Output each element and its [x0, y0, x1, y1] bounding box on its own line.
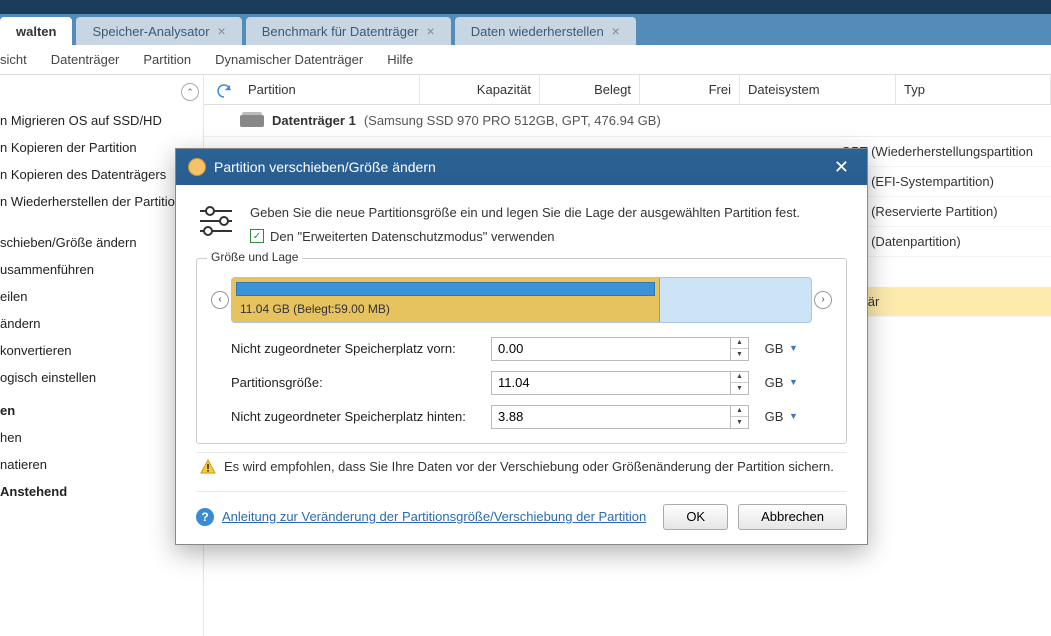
disk-row[interactable]: Datenträger 1 (Samsung SSD 970 PRO 512GB…	[204, 105, 1051, 137]
cell-type: Primär	[841, 294, 1051, 309]
window-titlebar	[0, 0, 1051, 14]
sidebar-item[interactable]: natieren	[0, 451, 203, 478]
dialog-title: Partition verschieben/Größe ändern	[214, 159, 436, 175]
sidebar-item[interactable]: n Kopieren des Datenträgers	[0, 161, 203, 188]
chevron-down-icon[interactable]: ▼	[731, 349, 748, 360]
slider-prev-icon[interactable]: ‹	[211, 291, 229, 309]
dialog-description: Geben Sie die neue Partitionsgröße ein u…	[250, 203, 800, 223]
partition-slider[interactable]: 11.04 GB (Belegt:59.00 MB)	[231, 277, 812, 323]
label-partition-size: Partitionsgröße:	[231, 375, 491, 390]
sidebar-item[interactable]: schieben/Größe ändern	[0, 229, 203, 256]
tab-label: Daten wiederherstellen	[471, 24, 604, 39]
size-position-group: Größe und Lage ‹ 11.04 GB (Belegt:59.00 …	[196, 258, 847, 444]
sidebar: ⌃ n Migrieren OS auf SSD/HD n Kopieren d…	[0, 75, 204, 636]
menu-view[interactable]: sicht	[0, 52, 27, 67]
slider-caption: 11.04 GB (Belegt:59.00 MB)	[240, 302, 390, 316]
menu-help[interactable]: Hilfe	[387, 52, 413, 67]
tab-bar: walten Speicher-Analysator × Benchmark fü…	[0, 14, 1051, 45]
cell-type: GPT (Datenpartition)	[841, 234, 1051, 249]
chevron-up-icon[interactable]: ▲	[731, 372, 748, 384]
col-free[interactable]: Frei	[640, 75, 740, 104]
menu-disk[interactable]: Datenträger	[51, 52, 120, 67]
sidebar-item[interactable]: n Migrieren OS auf SSD/HD	[0, 107, 203, 134]
used-space-bar	[236, 282, 655, 296]
unalloc-before-field[interactable]	[491, 337, 731, 361]
sidebar-item[interactable]: konvertieren	[0, 337, 203, 364]
sidebar-item[interactable]: en	[0, 397, 203, 424]
resize-dialog: Partition verschieben/Größe ändern ✕ Geb…	[175, 148, 868, 545]
menu-partition[interactable]: Partition	[143, 52, 191, 67]
sidebar-item[interactable]: ogisch einstellen	[0, 364, 203, 391]
chevron-up-icon[interactable]: ▲	[731, 338, 748, 350]
close-icon[interactable]: ×	[612, 23, 620, 39]
wizard-icon	[188, 158, 206, 176]
unit-dropdown-icon[interactable]: ▼	[789, 411, 801, 423]
tab-benchmark[interactable]: Benchmark für Datenträger ×	[246, 17, 451, 45]
sidebar-item[interactable]: usammenführen	[0, 256, 203, 283]
unit-label: GB	[759, 409, 789, 424]
disk-icon	[240, 115, 264, 127]
privacy-mode-checkbox[interactable]: ✓	[250, 229, 264, 243]
help-icon[interactable]: ?	[196, 508, 214, 526]
stepper[interactable]: ▲▼	[731, 337, 749, 361]
cancel-button[interactable]: Abbrechen	[738, 504, 847, 530]
warning-text: Es wird empfohlen, dass Sie Ihre Daten v…	[224, 459, 834, 474]
unit-label: GB	[759, 341, 789, 356]
label-unalloc-before: Nicht zugeordneter Speicherplatz vorn:	[231, 341, 491, 356]
col-used[interactable]: Belegt	[540, 75, 640, 104]
checkbox-label: Den "Erweiterten Datenschutzmodus" verwe…	[270, 229, 555, 244]
table-header: Partition Kapazität Belegt Frei Dateisys…	[204, 75, 1051, 105]
sidebar-item[interactable]: n Wiederherstellen der Partition	[0, 188, 203, 215]
ok-button[interactable]: OK	[663, 504, 728, 530]
unalloc-after-field[interactable]	[491, 405, 731, 429]
partition-size-field[interactable]	[491, 371, 731, 395]
chevron-down-icon[interactable]: ▼	[731, 417, 748, 428]
label-unalloc-after: Nicht zugeordneter Speicherplatz hinten:	[231, 409, 491, 424]
cell-type: GPT (Wiederherstellungspartition	[841, 144, 1051, 159]
sidebar-item-pending[interactable]: Anstehend	[0, 478, 203, 505]
tab-manage[interactable]: walten	[0, 17, 72, 45]
close-icon[interactable]: ✕	[828, 157, 855, 178]
tab-label: walten	[16, 24, 56, 39]
stepper[interactable]: ▲▼	[731, 405, 749, 429]
close-icon[interactable]: ×	[218, 23, 226, 39]
disk-subtitle: (Samsung SSD 970 PRO 512GB, GPT, 476.94 …	[364, 113, 661, 128]
disk-title: Datenträger 1	[272, 113, 356, 128]
sliders-icon	[196, 203, 236, 239]
chevron-up-icon[interactable]: ▲	[731, 406, 748, 418]
stepper[interactable]: ▲▼	[731, 371, 749, 395]
tab-analyzer[interactable]: Speicher-Analysator ×	[76, 17, 241, 45]
warning-icon	[200, 459, 216, 475]
tab-label: Benchmark für Datenträger	[262, 24, 419, 39]
menu-bar: sicht Datenträger Partition Dynamischer …	[0, 45, 1051, 75]
dialog-titlebar[interactable]: Partition verschieben/Größe ändern ✕	[176, 149, 867, 185]
tab-recover[interactable]: Daten wiederherstellen ×	[455, 17, 636, 45]
tab-label: Speicher-Analysator	[92, 24, 209, 39]
col-partition[interactable]: Partition	[240, 75, 420, 104]
sidebar-item[interactable]: n Kopieren der Partition	[0, 134, 203, 161]
sidebar-item[interactable]: hen	[0, 424, 203, 451]
sidebar-item[interactable]: ändern	[0, 310, 203, 337]
slider-next-icon[interactable]: ›	[814, 291, 832, 309]
col-filesystem[interactable]: Dateisystem	[740, 75, 896, 104]
unit-dropdown-icon[interactable]: ▼	[789, 343, 801, 355]
cell-type: GPT (EFI-Systempartition)	[841, 174, 1051, 189]
unit-dropdown-icon[interactable]: ▼	[789, 377, 801, 389]
cell-type: GPT (Reservierte Partition)	[841, 204, 1051, 219]
col-capacity[interactable]: Kapazität	[420, 75, 540, 104]
help-link[interactable]: Anleitung zur Veränderung der Partitions…	[222, 509, 646, 524]
refresh-icon[interactable]	[210, 77, 238, 105]
chevron-down-icon[interactable]: ▼	[731, 383, 748, 394]
sidebar-item[interactable]: eilen	[0, 283, 203, 310]
collapse-icon[interactable]: ⌃	[181, 83, 199, 101]
unit-label: GB	[759, 375, 789, 390]
menu-dynamic[interactable]: Dynamischer Datenträger	[215, 52, 363, 67]
close-icon[interactable]: ×	[427, 23, 435, 39]
col-type[interactable]: Typ	[896, 75, 1051, 104]
group-legend: Größe und Lage	[207, 250, 302, 264]
